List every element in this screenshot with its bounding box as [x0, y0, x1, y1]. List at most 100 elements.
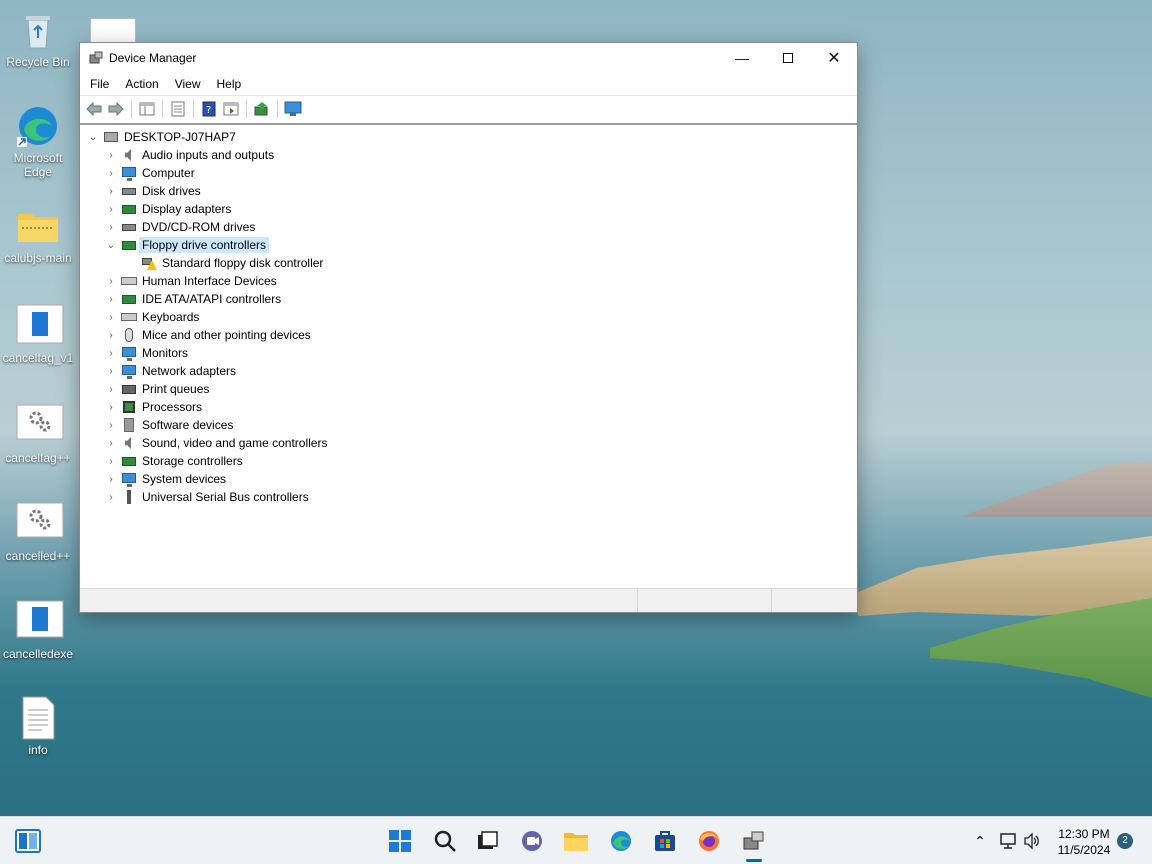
- tree-item-network[interactable]: › Network adapters: [80, 362, 857, 380]
- volume-button[interactable]: [1020, 827, 1044, 855]
- menu-view[interactable]: View: [167, 77, 209, 91]
- chevron-right-icon[interactable]: ›: [104, 312, 118, 323]
- chevron-right-icon[interactable]: ›: [104, 348, 118, 359]
- desktop-icon-label: Microsoft Edge: [13, 151, 63, 179]
- desktop-icon-cancelfag-pp[interactable]: cancelfag++: [0, 404, 76, 465]
- edge-taskbar-button[interactable]: [607, 827, 635, 855]
- chevron-right-icon[interactable]: ›: [104, 222, 118, 233]
- teams-chat-button[interactable]: [518, 827, 546, 855]
- chevron-right-icon[interactable]: ›: [104, 168, 118, 179]
- back-button[interactable]: [84, 99, 104, 119]
- tree-item-print-queues[interactable]: › Print queues: [80, 380, 857, 398]
- desktop-icon-cancelfag-v1[interactable]: cancelfag_v1: [0, 304, 76, 365]
- minimize-button[interactable]: —: [719, 43, 765, 73]
- tree-item-monitors[interactable]: › Monitors: [80, 344, 857, 362]
- tree-item-dvd[interactable]: › DVD/CD-ROM drives: [80, 218, 857, 236]
- scan-hardware-button[interactable]: [283, 99, 303, 119]
- close-button[interactable]: ✕: [811, 43, 857, 73]
- desktop-icon-edge[interactable]: Microsoft Edge: [0, 104, 76, 179]
- tree-item-label: Network adapters: [142, 364, 237, 378]
- tree-item-sound[interactable]: › Sound, video and game controllers: [80, 434, 857, 452]
- store-button[interactable]: [651, 827, 679, 855]
- chevron-right-icon[interactable]: ›: [104, 204, 118, 215]
- tree-item-software-devices[interactable]: › Software devices: [80, 416, 857, 434]
- tree-item-system-devices[interactable]: › System devices: [80, 470, 857, 488]
- tree-item-standard-floppy[interactable]: Standard floppy disk controller: [80, 254, 857, 272]
- title-bar[interactable]: Device Manager — ✕: [80, 43, 857, 73]
- keyboard-icon: [121, 310, 137, 324]
- tree-item-processors[interactable]: › Processors: [80, 398, 857, 416]
- tree-item-floppy-controllers[interactable]: ⌄ Floppy drive controllers: [80, 236, 857, 254]
- network-status-button[interactable]: [996, 827, 1020, 855]
- clock[interactable]: 12:30 PM 11/5/2024: [1052, 826, 1116, 858]
- help-button[interactable]: ?: [199, 99, 219, 119]
- file-explorer-button[interactable]: [562, 827, 590, 855]
- installer-icon: [16, 304, 64, 348]
- tree-item-storage[interactable]: › Storage controllers: [80, 452, 857, 470]
- chevron-right-icon[interactable]: ›: [104, 330, 118, 341]
- notification-badge[interactable]: 2: [1117, 833, 1133, 849]
- menu-help[interactable]: Help: [209, 77, 250, 91]
- menu-action[interactable]: Action: [117, 77, 166, 91]
- chevron-right-icon[interactable]: ›: [104, 438, 118, 449]
- device-tree[interactable]: ⌄ DESKTOP-J07HAP7 › Audio inputs and out…: [80, 123, 857, 588]
- update-driver-button[interactable]: [252, 99, 272, 119]
- properties-button[interactable]: [168, 99, 188, 119]
- chevron-right-icon[interactable]: ›: [104, 294, 118, 305]
- tree-item-ide[interactable]: › IDE ATA/ATAPI controllers: [80, 290, 857, 308]
- tree-root[interactable]: ⌄ DESKTOP-J07HAP7: [80, 128, 857, 146]
- tree-item-mice[interactable]: › Mice and other pointing devices: [80, 326, 857, 344]
- hid-icon: [121, 274, 137, 288]
- device-manager-window[interactable]: Device Manager — ✕ File Action View Help…: [79, 42, 858, 613]
- chevron-right-icon[interactable]: ›: [104, 366, 118, 377]
- firefox-icon: [699, 831, 719, 851]
- desktop-icon-cancelled-pp[interactable]: cancelled++: [0, 502, 76, 563]
- tree-item-computer[interactable]: › Computer: [80, 164, 857, 182]
- chevron-up-icon: ⌃: [974, 832, 986, 849]
- tree-item-display-adapters[interactable]: › Display adapters: [80, 200, 857, 218]
- chevron-right-icon[interactable]: ›: [104, 150, 118, 161]
- chevron-down-icon[interactable]: ⌄: [86, 132, 100, 143]
- widgets-button[interactable]: [14, 827, 42, 855]
- task-view-button[interactable]: [473, 827, 501, 855]
- chevron-right-icon[interactable]: ›: [104, 276, 118, 287]
- chevron-right-icon[interactable]: ›: [104, 474, 118, 485]
- tree-item-usb[interactable]: › Universal Serial Bus controllers: [80, 488, 857, 506]
- display-adapter-icon: [121, 202, 137, 216]
- show-hide-console-tree-button[interactable]: [137, 99, 157, 119]
- chevron-right-icon[interactable]: ›: [104, 186, 118, 197]
- desktop-icon-calubjs-main[interactable]: calubjs-main: [0, 204, 76, 265]
- chevron-right-icon[interactable]: ›: [104, 402, 118, 413]
- chevron-right-icon[interactable]: ›: [104, 492, 118, 503]
- maximize-button[interactable]: [765, 43, 811, 73]
- status-pane-3: [772, 589, 857, 612]
- monitor-icon: [121, 346, 137, 361]
- tree-item-label: System devices: [142, 472, 227, 486]
- start-button[interactable]: [386, 827, 414, 855]
- toolbar-separator: [246, 99, 247, 118]
- desktop-icon-label: cancelledexe: [2, 647, 74, 661]
- chevron-right-icon[interactable]: ›: [104, 384, 118, 395]
- chevron-right-icon[interactable]: ›: [104, 456, 118, 467]
- menu-file[interactable]: File: [82, 77, 117, 91]
- desktop-icon-recycle-bin[interactable]: Recycle Bin: [0, 8, 76, 69]
- tree-item-disk-drives[interactable]: › Disk drives: [80, 182, 857, 200]
- firefox-button[interactable]: [695, 827, 723, 855]
- search-button[interactable]: [431, 827, 459, 855]
- chevron-right-icon[interactable]: ›: [104, 420, 118, 431]
- mouse-icon: [121, 328, 137, 342]
- tree-item-hid[interactable]: › Human Interface Devices: [80, 272, 857, 290]
- action-pane-button[interactable]: [221, 99, 241, 119]
- show-hidden-icons-button[interactable]: ⌃: [968, 827, 992, 855]
- desktop-icon-label: calubjs-main: [4, 251, 72, 265]
- tree-item-audio[interactable]: › Audio inputs and outputs: [80, 146, 857, 164]
- tree-item-keyboards[interactable]: › Keyboards: [80, 308, 857, 326]
- device-manager-taskbar-button[interactable]: [740, 827, 768, 855]
- forward-button[interactable]: [106, 99, 126, 119]
- desktop-icon-info[interactable]: info: [0, 696, 76, 757]
- computer-icon: [103, 130, 119, 144]
- desktop-icon-cancelledexe[interactable]: cancelledexe: [0, 600, 76, 661]
- tree-item-label: Audio inputs and outputs: [142, 148, 275, 162]
- chevron-down-icon[interactable]: ⌄: [104, 240, 118, 251]
- help-icon: ?: [202, 101, 216, 116]
